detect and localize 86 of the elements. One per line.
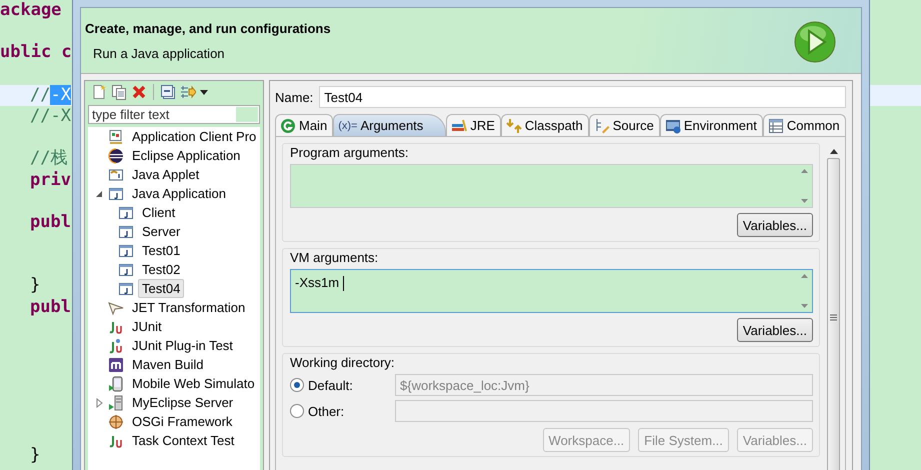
filter-icon xyxy=(180,84,196,100)
tab[interactable]: (x)= Arguments xyxy=(333,114,446,136)
java-file-icon xyxy=(118,204,134,220)
code-text: priv xyxy=(30,170,71,190)
tree-item[interactable]: Task Context Test xyxy=(128,431,238,450)
name-label: Name: xyxy=(275,90,314,104)
code-text: publ xyxy=(30,296,71,317)
selected-code-text: -X xyxy=(50,84,71,105)
collapse-arrow-icon[interactable] xyxy=(94,188,104,198)
group-label: Program arguments: xyxy=(290,145,410,160)
java-file-icon xyxy=(118,280,134,296)
java-file-icon xyxy=(118,262,134,278)
tree-item[interactable]: Server xyxy=(138,222,184,241)
program-arguments-field[interactable] xyxy=(290,164,813,208)
tab[interactable]: JRE xyxy=(446,114,501,136)
code-text: ackage xyxy=(0,0,62,20)
delete-icon xyxy=(131,84,147,100)
java-file-icon xyxy=(118,242,134,258)
dropdown-arrow-icon[interactable] xyxy=(200,90,208,94)
maven-icon xyxy=(108,356,124,372)
tree-item[interactable]: Java Applet xyxy=(128,165,204,184)
collapse-all-icon xyxy=(160,84,176,100)
radio-button[interactable] xyxy=(290,404,304,418)
tree-item[interactable]: OSGi Framework xyxy=(128,412,236,431)
variables-button[interactable]: Variables... xyxy=(736,213,813,237)
code-text: // xyxy=(30,84,50,105)
name-field[interactable]: Test04 xyxy=(319,86,846,108)
tree-item[interactable]: JUnit xyxy=(128,317,166,336)
environment-icon xyxy=(664,118,681,134)
applet-icon xyxy=(108,166,124,182)
mobile-device-icon xyxy=(108,376,124,392)
crosshair-icon xyxy=(108,414,124,430)
tree-item[interactable]: Mobile Web Simulato xyxy=(128,374,259,393)
paper-plane-icon xyxy=(108,300,124,316)
code-text: //栈 xyxy=(30,148,68,168)
hierarchy-pencil-icon xyxy=(594,118,610,134)
copy-icon xyxy=(111,84,127,100)
tree-item[interactable]: Java Application xyxy=(128,184,230,203)
vm-arguments-field[interactable]: -Xss1m xyxy=(290,269,813,313)
tree-item[interactable]: JET Transformation xyxy=(128,298,250,317)
scroll-up-icon xyxy=(800,169,808,173)
code-text: } xyxy=(30,275,40,296)
filter-field[interactable]: type filter text xyxy=(88,105,260,124)
java-file-icon xyxy=(118,224,134,240)
tree-item[interactable]: Test02 xyxy=(138,260,184,279)
run-icon xyxy=(280,118,296,134)
dialog-subtitle: Run a Java application xyxy=(92,46,226,60)
scroll-up-icon[interactable] xyxy=(830,149,838,154)
code-text: ublic c xyxy=(0,42,72,62)
group-label: Working directory: xyxy=(290,355,396,370)
code-text: } xyxy=(30,444,40,465)
tree-item[interactable]: Eclipse Application xyxy=(128,146,244,165)
scroll-up-icon xyxy=(800,274,808,278)
radio-button[interactable] xyxy=(290,378,304,392)
play-icon xyxy=(793,20,837,64)
code-text: //-X xyxy=(30,106,71,126)
scroll-down-icon xyxy=(800,304,808,308)
tree-item[interactable]: Test04 xyxy=(138,279,184,298)
scroll-down-icon xyxy=(800,199,808,203)
variables-button[interactable]: Variables... xyxy=(736,318,813,342)
table-icon xyxy=(768,118,784,134)
arrows-icon xyxy=(506,118,522,134)
grip-icon xyxy=(830,314,837,321)
tree-item[interactable]: Test01 xyxy=(138,241,184,260)
tree-item[interactable]: JUnit Plug-in Test xyxy=(128,336,237,355)
eclipse-icon xyxy=(108,148,124,164)
expand-arrow-icon[interactable] xyxy=(94,398,104,408)
tab[interactable]: Main xyxy=(275,114,334,136)
server-icon xyxy=(108,394,124,410)
tab[interactable]: Classpath xyxy=(500,114,589,136)
code-text: publ xyxy=(30,212,71,232)
radio-label: Other: xyxy=(308,404,346,418)
tab[interactable]: Common xyxy=(762,114,846,136)
tree-item[interactable]: Client xyxy=(138,203,180,222)
dialog-title: Create, manage, and run configurations xyxy=(85,20,332,36)
group-label: VM arguments: xyxy=(290,250,380,265)
tree-item[interactable]: MyEclipse Server xyxy=(128,393,238,412)
radio-label: Default: xyxy=(308,378,354,392)
books-icon xyxy=(451,118,468,134)
junit-plugin-icon xyxy=(108,338,124,354)
tree-item[interactable]: Maven Build xyxy=(128,355,208,374)
java-file-icon xyxy=(108,186,124,202)
tab[interactable]: Source xyxy=(588,114,660,136)
new-file-icon xyxy=(91,84,107,100)
tab[interactable]: Environment xyxy=(660,114,763,136)
tree-item[interactable]: Application Client Pro xyxy=(128,127,260,146)
